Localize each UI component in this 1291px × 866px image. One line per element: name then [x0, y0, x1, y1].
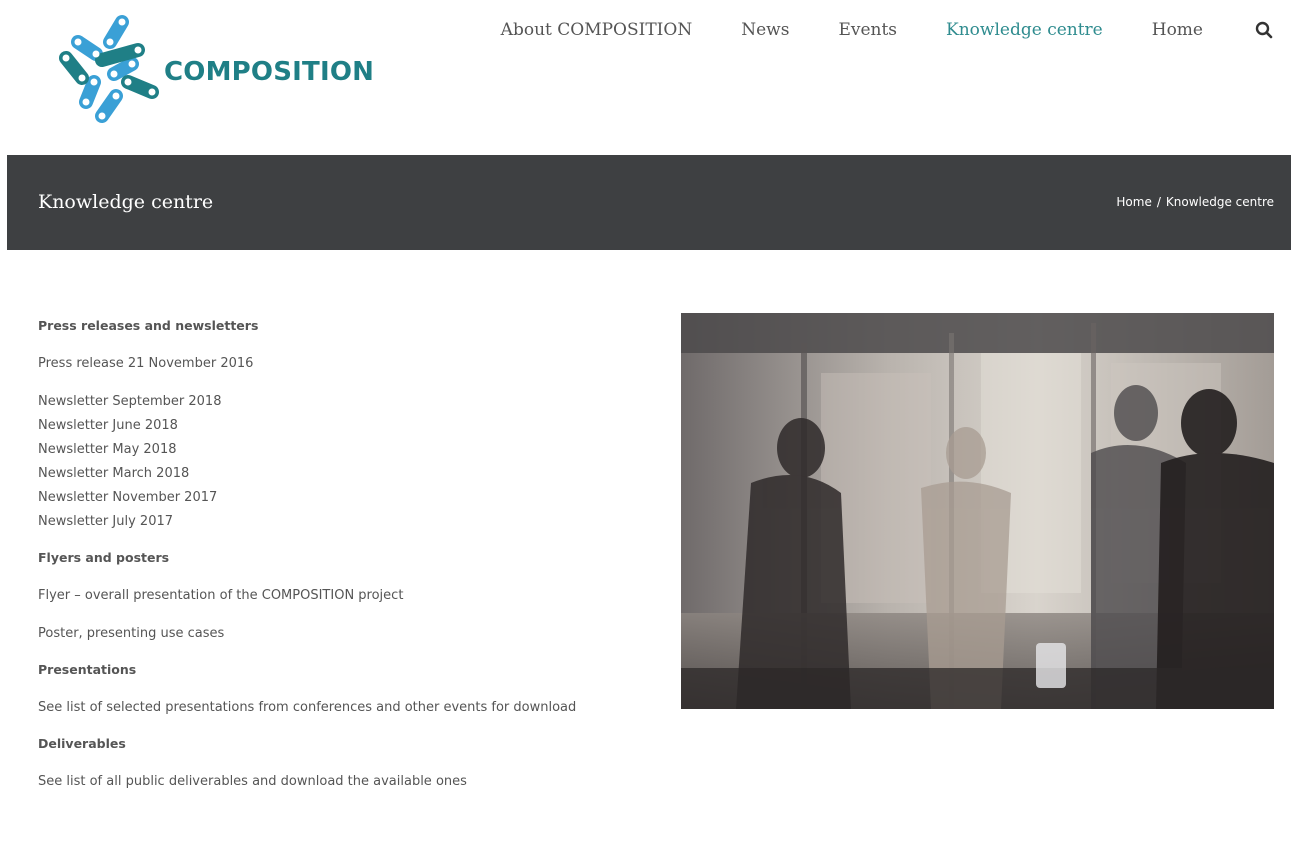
deliverables-heading: Deliverables: [38, 736, 126, 751]
office-meeting-photo: [681, 313, 1274, 709]
newsletter-link[interactable]: Newsletter November 2017: [38, 486, 658, 510]
nav-item-news[interactable]: News: [741, 20, 789, 40]
newsletter-link[interactable]: Newsletter March 2018: [38, 462, 658, 486]
newsletter-link[interactable]: Newsletter May 2018: [38, 438, 658, 462]
nav-item-events[interactable]: Events: [838, 20, 897, 40]
search-icon[interactable]: [1255, 21, 1273, 39]
nav-item-home[interactable]: Home: [1152, 20, 1203, 40]
deliverables-link[interactable]: See list of all public deliverables and …: [38, 770, 658, 794]
breadcrumb: Home / Knowledge centre: [1116, 195, 1274, 209]
page-title-bar: Knowledge centre Home / Knowledge centre: [7, 155, 1291, 250]
presentations-heading: Presentations: [38, 662, 137, 677]
site-header: COMPOSITION About COMPOSITION News Event…: [0, 0, 1291, 155]
newsletter-link[interactable]: Newsletter June 2018: [38, 414, 658, 438]
presentations-link[interactable]: See list of selected presentations from …: [38, 696, 658, 720]
chain-logo-icon: [59, 15, 159, 123]
composition-logo[interactable]: COMPOSITION: [52, 12, 375, 124]
knowledge-content: Press releases and newsletters Press rel…: [38, 316, 658, 794]
page-title: Knowledge centre: [38, 191, 214, 213]
breadcrumb-current: Knowledge centre: [1165, 195, 1274, 209]
breadcrumb-home-link[interactable]: Home: [1116, 195, 1151, 209]
flyer-link[interactable]: Flyer – overall presentation of the COMP…: [38, 584, 658, 608]
main-nav: About COMPOSITION News Events Knowledge …: [501, 18, 1273, 42]
flyers-heading: Flyers and posters: [38, 550, 170, 565]
press-release-link[interactable]: Press release 21 November 2016: [38, 352, 658, 376]
nav-item-about[interactable]: About COMPOSITION: [501, 20, 693, 40]
poster-link[interactable]: Poster, presenting use cases: [38, 622, 658, 646]
logo-wordmark: COMPOSITION: [164, 57, 375, 87]
press-heading: Press releases and newsletters: [38, 318, 259, 333]
breadcrumb-separator: /: [1156, 195, 1161, 209]
newsletter-link[interactable]: Newsletter September 2018: [38, 390, 658, 414]
nav-item-knowledge-centre[interactable]: Knowledge centre: [946, 20, 1103, 40]
newsletter-link[interactable]: Newsletter July 2017: [38, 510, 658, 534]
